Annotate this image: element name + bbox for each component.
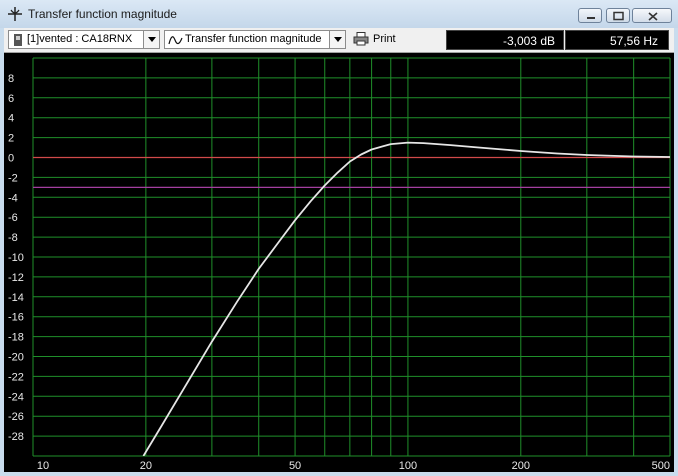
series-line — [142, 141, 670, 456]
y-tick-label: -20 — [8, 352, 24, 364]
x-tick-label: 100 — [399, 460, 417, 472]
x-tick-label: 500 — [652, 460, 670, 472]
y-tick-label: -18 — [8, 332, 24, 344]
y-tick-label: 2 — [8, 133, 14, 145]
x-tick-label: 10 — [37, 460, 49, 472]
y-tick-label: 0 — [8, 153, 14, 165]
y-tick-label: -4 — [8, 192, 18, 204]
x-tick-label: 200 — [512, 460, 530, 472]
y-tick-label: 6 — [8, 93, 14, 105]
y-tick-label: -14 — [8, 292, 24, 304]
y-tick-label: -22 — [8, 371, 24, 383]
y-tick-label: 4 — [8, 113, 14, 125]
y-tick-label: 8 — [8, 73, 14, 85]
y-tick-label: -24 — [8, 391, 24, 403]
y-tick-label: -8 — [8, 232, 18, 244]
y-tick-label: -6 — [8, 212, 18, 224]
y-tick-label: -2 — [8, 172, 18, 184]
y-tick-label: -12 — [8, 272, 24, 284]
y-tick-label: -26 — [8, 411, 24, 423]
magnitude-chart[interactable]: 86420-2-4-6-8-10-12-14-16-18-20-22-24-26… — [0, 0, 678, 476]
y-tick-label: -16 — [8, 312, 24, 324]
y-tick-label: -10 — [8, 252, 24, 264]
x-tick-label: 20 — [140, 460, 152, 472]
x-tick-label: 50 — [289, 460, 301, 472]
y-tick-label: -28 — [8, 431, 24, 443]
